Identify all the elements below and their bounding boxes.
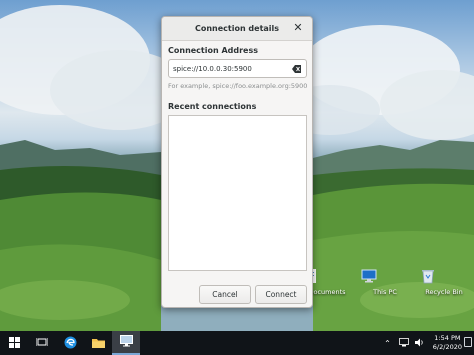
desktop-icon-this-pc[interactable]: This PC: [360, 267, 410, 296]
remote-viewer-icon: [119, 335, 133, 349]
recycle-bin-icon: [422, 267, 453, 285]
volume-icon[interactable]: [414, 338, 425, 349]
file-explorer-button[interactable]: [84, 331, 112, 355]
start-button[interactable]: [0, 331, 28, 355]
connection-dialog: Connection details ✕ Connection Address …: [161, 16, 313, 308]
system-tray: ⌃ 1:54 PM 6/2/2020: [384, 331, 474, 355]
document-icon: [306, 267, 336, 285]
desktop-icon-label: Recycle Bin: [425, 288, 463, 296]
address-input[interactable]: spice://10.0.0.30:5900: [168, 59, 307, 78]
clock-date: 6/2/2020: [432, 343, 462, 351]
task-view-button[interactable]: [28, 331, 56, 355]
chevron-up-icon[interactable]: ⌃: [384, 339, 391, 348]
recent-connections-label: Recent connections: [168, 102, 257, 111]
dialog-title: Connection details: [194, 24, 280, 33]
task-view-icon: [35, 337, 49, 349]
notification-icon[interactable]: [464, 337, 472, 347]
edge-button[interactable]: [56, 331, 84, 355]
edge-icon: [64, 336, 77, 351]
clear-text-icon[interactable]: [292, 64, 302, 74]
taskbar: ⌃ 1:54 PM 6/2/2020: [0, 331, 474, 355]
address-label: Connection Address: [168, 46, 259, 55]
computer-icon: [361, 267, 394, 285]
connect-button[interactable]: Connect: [255, 285, 307, 304]
desktop-icon-recycle-bin[interactable]: Recycle Bin: [419, 267, 469, 296]
clock[interactable]: 1:54 PM 6/2/2020: [433, 334, 462, 352]
dialog-titlebar[interactable]: Connection details ✕: [162, 17, 312, 41]
recent-connections-list[interactable]: [168, 115, 307, 271]
address-hint: For example, spice://foo.example.org:590…: [168, 82, 308, 90]
remote-viewer-button[interactable]: [112, 331, 140, 355]
close-icon[interactable]: ✕: [292, 22, 304, 34]
cancel-button[interactable]: Cancel: [199, 285, 251, 304]
network-icon[interactable]: [398, 337, 409, 349]
desktop-icon-label: This PC: [373, 288, 397, 296]
start-icon: [8, 336, 20, 350]
address-value: spice://10.0.0.30:5900: [173, 64, 252, 73]
clock-time: 1:54 PM: [434, 334, 461, 342]
file-explorer-icon: [91, 337, 105, 350]
